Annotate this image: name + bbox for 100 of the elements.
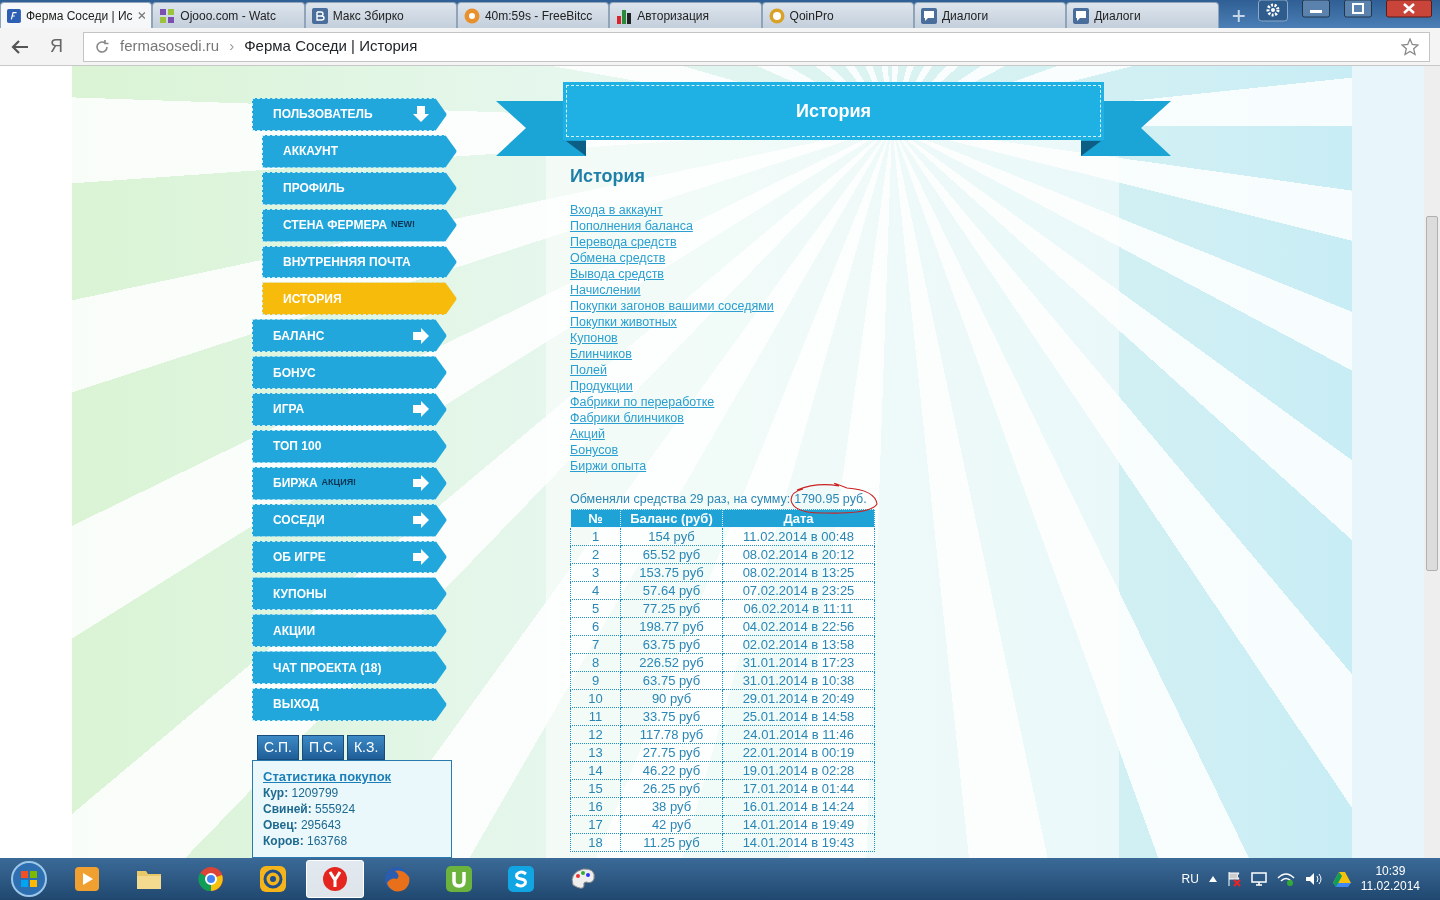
- coin-icon: [463, 7, 480, 24]
- history-link[interactable]: Купонов: [570, 330, 618, 346]
- address-bar[interactable]: fermasosedi.ru › Ферма Соседи | История: [83, 31, 1430, 62]
- table-cell: 14.01.2014 в 19:49: [722, 815, 875, 834]
- italic-letters-icon: [7, 7, 21, 24]
- table-cell: 38 руб: [620, 797, 723, 816]
- menu-item[interactable]: ИГРА: [252, 393, 447, 426]
- stats-tab[interactable]: К.З.: [346, 734, 386, 760]
- letter-s-icon: [507, 865, 535, 893]
- table-cell: 5: [570, 599, 621, 618]
- speaker-icon[interactable]: [1304, 872, 1323, 886]
- history-link[interactable]: Покупки животных: [570, 314, 677, 330]
- table-cell: 9: [570, 671, 621, 690]
- browser-tab[interactable]: 40m:59s - FreeBitcc: [456, 2, 610, 28]
- settings-icon[interactable]: [1258, 0, 1288, 22]
- menu-item[interactable]: ПРОФИЛЬ: [262, 171, 457, 205]
- stats-line: Овец: 295643: [263, 816, 342, 833]
- menu-item[interactable]: ВЫХОД: [252, 688, 447, 721]
- summary-text: Обменяли средства 29 раз, на сумму:: [570, 491, 791, 508]
- history-link[interactable]: Полей: [570, 362, 607, 378]
- scrollbar[interactable]: [1424, 66, 1440, 858]
- menu-item[interactable]: АККАУНТ: [262, 134, 457, 168]
- menu-item[interactable]: БОНУС: [252, 356, 447, 389]
- table-cell: 08.02.2014 в 20:12: [722, 545, 875, 564]
- yandex-button[interactable]: Я: [38, 33, 75, 60]
- url-domain: fermasosedi.ru: [120, 36, 220, 57]
- network-icon[interactable]: [1276, 872, 1295, 886]
- menu-item[interactable]: КУПОНЫ: [252, 577, 447, 611]
- table-cell: 77.25 руб: [620, 599, 723, 618]
- menu-item[interactable]: ИСТОРИЯ: [262, 282, 457, 316]
- history-link[interactable]: Фабрики блинчиков: [570, 410, 684, 426]
- letter-u-icon: [445, 865, 473, 893]
- menu-item[interactable]: ПОЛЬЗОВАТЕЛЬ: [252, 98, 447, 131]
- bookmark-star-icon[interactable]: [1401, 37, 1419, 56]
- table-cell: 31.01.2014 в 10:38: [722, 671, 875, 690]
- stats-tab[interactable]: С.П.: [257, 734, 299, 760]
- browser-tab[interactable]: Диалоги: [913, 2, 1067, 28]
- table-cell: 02.02.2014 в 13:58: [722, 635, 875, 654]
- history-link[interactable]: Входа в аккаунт: [570, 202, 663, 218]
- speech-bubble-icon: [920, 7, 937, 24]
- browser-tab[interactable]: Ojooo.com - Watc: [152, 2, 305, 28]
- history-link[interactable]: Продукции: [570, 378, 633, 394]
- monitor-icon[interactable]: [1250, 872, 1267, 886]
- menu-item[interactable]: СТЕНА ФЕРМЕРА NEW!: [262, 208, 457, 242]
- stats-link[interactable]: Статистика покупок: [263, 768, 392, 784]
- browser-tab[interactable]: Ферма Соседи | Ис: [0, 2, 153, 28]
- browser-icon: [197, 865, 225, 893]
- table-cell: 08.02.2014 в 13:25: [722, 563, 875, 582]
- browser-tab[interactable]: Диалоги: [1066, 2, 1219, 28]
- menu-item[interactable]: АКЦИИ: [252, 614, 447, 648]
- menu-item[interactable]: ОБ ИГРЕ: [252, 540, 447, 574]
- history-link[interactable]: Перевода средств: [570, 234, 677, 250]
- summary-amount: 1790.95 руб.: [794, 491, 867, 508]
- stats-tab[interactable]: П.С.: [301, 734, 344, 760]
- table-cell: 17: [570, 815, 621, 834]
- menu-item[interactable]: БИРЖА АКЦИЯ!: [252, 466, 447, 500]
- browser-tab[interactable]: QoinPro: [761, 2, 914, 28]
- history-link[interactable]: Акций: [570, 426, 605, 442]
- history-link[interactable]: Начислении: [570, 282, 641, 298]
- history-link[interactable]: Обмена средств: [570, 250, 666, 266]
- table-cell: 10: [570, 689, 621, 708]
- menu-item[interactable]: СОСЕДИ: [252, 503, 447, 537]
- menu-item[interactable]: ТОП 100: [252, 429, 447, 463]
- table-cell: 22.01.2014 в 00:19: [722, 743, 875, 762]
- browser-tab[interactable]: Макс Збирко: [304, 2, 457, 28]
- menu-item[interactable]: ЧАТ ПРОЕКТА (18): [252, 651, 447, 684]
- table-cell: 06.02.2014 в 11:11: [722, 599, 875, 618]
- table-cell: 16.01.2014 в 14:24: [722, 797, 875, 816]
- column-header: №: [570, 509, 621, 528]
- table-cell: 117.78 руб: [620, 725, 723, 744]
- reload-icon[interactable]: [94, 38, 110, 55]
- clock[interactable]: 10:39 11.02.2014: [1360, 864, 1420, 894]
- tab-title: Ojooo.com - Watc: [180, 7, 277, 25]
- taskbar-button[interactable]: [306, 860, 364, 898]
- table-cell: 46.22 руб: [620, 761, 723, 780]
- bar-chart-icon: [616, 7, 633, 24]
- table-cell: 198.77 руб: [620, 617, 723, 636]
- history-link[interactable]: Фабрики по переработке: [570, 394, 715, 410]
- maximize-icon[interactable]: [1344, 0, 1372, 18]
- menu-item[interactable]: БАЛАНС: [252, 319, 447, 353]
- up-caret-icon[interactable]: [1208, 876, 1217, 882]
- browser-tab[interactable]: Авторизация: [609, 2, 762, 28]
- triangle-drive-icon[interactable]: [1332, 871, 1351, 887]
- history-link[interactable]: Пополнения баланса: [570, 218, 693, 234]
- back-arrow-icon[interactable]: [10, 38, 30, 55]
- history-link[interactable]: Биржи опыта: [570, 458, 647, 474]
- history-link[interactable]: Блинчиков: [570, 346, 632, 362]
- minimize-icon[interactable]: [1302, 0, 1330, 18]
- table-cell: 11: [570, 707, 621, 726]
- badge-label: АКЦИЯ!: [321, 476, 357, 490]
- close-icon[interactable]: [1386, 0, 1432, 18]
- history-link[interactable]: Покупки загонов вашими соседями: [570, 298, 774, 314]
- language-indicator[interactable]: RU: [1181, 870, 1199, 888]
- history-link[interactable]: Вывода средств: [570, 266, 664, 282]
- menu-item[interactable]: ВНУТРЕННЯЯ ПОЧТА: [262, 245, 457, 279]
- history-link[interactable]: Бонусов: [570, 442, 619, 458]
- tab-title: Авторизация: [637, 7, 711, 25]
- table-cell: 2: [570, 545, 621, 564]
- scrollbar-thumb[interactable]: [1426, 216, 1438, 571]
- flag-icon[interactable]: [1226, 871, 1241, 887]
